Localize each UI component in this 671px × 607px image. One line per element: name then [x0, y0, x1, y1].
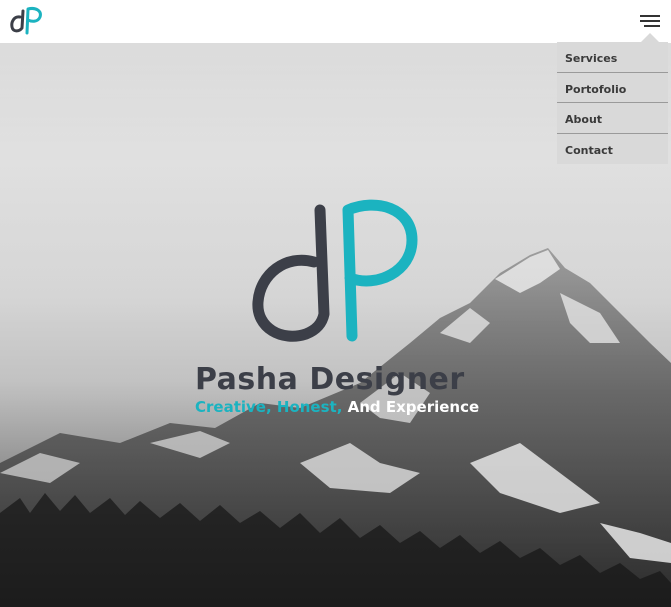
tagline-accent: Creative, Honest,: [195, 398, 343, 416]
dropdown-arrow: [641, 33, 659, 42]
tagline-rest: And Experience: [342, 398, 480, 416]
hero-title: Pasha Designer: [195, 362, 465, 397]
hamburger-menu-icon[interactable]: [636, 10, 664, 32]
nav-item-about[interactable]: About: [557, 103, 668, 134]
logo-icon[interactable]: [9, 5, 43, 36]
top-bar: [0, 0, 671, 43]
nav-item-services[interactable]: Services: [557, 42, 668, 73]
dp-logo-large-icon: [252, 199, 418, 342]
nav-item-contact[interactable]: Contact: [557, 134, 668, 165]
nav-item-portofolio[interactable]: Portofolio: [557, 73, 668, 103]
hero-tagline: Creative, Honest, And Experience: [195, 398, 479, 416]
nav-dropdown-menu: Services Portofolio About Contact: [557, 33, 668, 165]
